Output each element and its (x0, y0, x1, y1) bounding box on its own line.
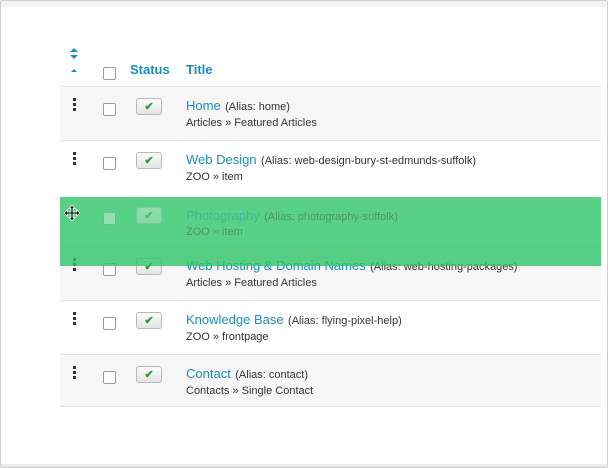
window-top-bar (1, 1, 606, 7)
alias-text: (Alias: flying-pixel-help) (288, 315, 402, 327)
drag-handle-icon[interactable] (73, 366, 77, 380)
drag-handle-icon[interactable] (73, 312, 77, 326)
title-column-header[interactable]: Title (186, 62, 213, 77)
row-title: Web Design (Alias: web-design-bury-st-ed… (186, 151, 476, 169)
window-bottom-bar (1, 464, 606, 467)
row-checkbox[interactable] (103, 157, 116, 170)
menu-item-type: ZOO » item (186, 171, 243, 183)
alias-text: (Alias: web-design-bury-st-edmunds-suffo… (261, 155, 477, 167)
check-icon: ✔ (144, 369, 154, 381)
menu-item-type: ZOO » item (186, 226, 243, 238)
drag-handle-icon[interactable] (73, 98, 77, 112)
table-row: ✔ Home (Alias: home) Articles » Featured… (60, 86, 601, 139)
title-link[interactable]: Home (186, 98, 221, 113)
row-checkbox[interactable] (103, 212, 116, 225)
move-cursor-icon (64, 205, 80, 221)
check-icon: ✔ (144, 101, 154, 113)
menu-item-type: Contacts » Single Contact (186, 385, 314, 397)
row-title: Knowledge Base (Alias: flying-pixel-help… (186, 311, 402, 329)
status-toggle-button[interactable]: ✔ (136, 152, 162, 169)
row-checkbox[interactable] (103, 103, 116, 116)
status-toggle-button[interactable]: ✔ (136, 98, 162, 115)
status-toggle-button[interactable]: ✔ (136, 207, 162, 224)
title-link[interactable]: Photography (186, 208, 260, 223)
table-row: ✔ Web Design (Alias: web-design-bury-st-… (60, 140, 601, 193)
menu-item-type: Articles » Featured Articles (186, 117, 317, 129)
drag-handle-icon[interactable] (73, 152, 77, 166)
check-icon: ✔ (144, 210, 154, 222)
row-title: Home (Alias: home) (186, 97, 290, 115)
alias-text: (Alias: contact) (235, 369, 309, 381)
menu-item-type: Articles » Featured Articles (186, 277, 317, 289)
check-icon: ✔ (144, 155, 154, 167)
menu-item-type: ZOO » frontpage (186, 331, 269, 343)
dragging-row-placeholder[interactable]: ✔ Photography (Alias: photography-suffol… (60, 197, 601, 266)
select-all-checkbox[interactable] (103, 67, 116, 80)
status-column-header[interactable]: Status (130, 62, 170, 77)
row-title: Contact (Alias: contact) (186, 365, 308, 383)
row-title: Photography (Alias: photography-suffolk) (186, 207, 398, 225)
status-toggle-button[interactable]: ✔ (136, 366, 162, 383)
title-link[interactable]: Knowledge Base (186, 312, 284, 327)
title-link[interactable]: Web Design (186, 152, 257, 167)
row-checkbox[interactable] (103, 317, 116, 330)
table-row: ✔ Knowledge Base (Alias: flying-pixel-he… (60, 300, 601, 353)
status-toggle-button[interactable]: ✔ (136, 312, 162, 329)
title-link[interactable]: Contact (186, 366, 231, 381)
sort-arrows-icon[interactable] (68, 44, 80, 72)
check-icon: ✔ (144, 315, 154, 327)
alias-text: (Alias: photography-suffolk) (264, 211, 398, 223)
alias-text: (Alias: home) (225, 101, 290, 113)
table-row: ✔ Contact (Alias: contact) Contacts » Si… (60, 354, 601, 407)
row-checkbox[interactable] (103, 371, 116, 384)
table-header: Status Title (60, 40, 601, 86)
